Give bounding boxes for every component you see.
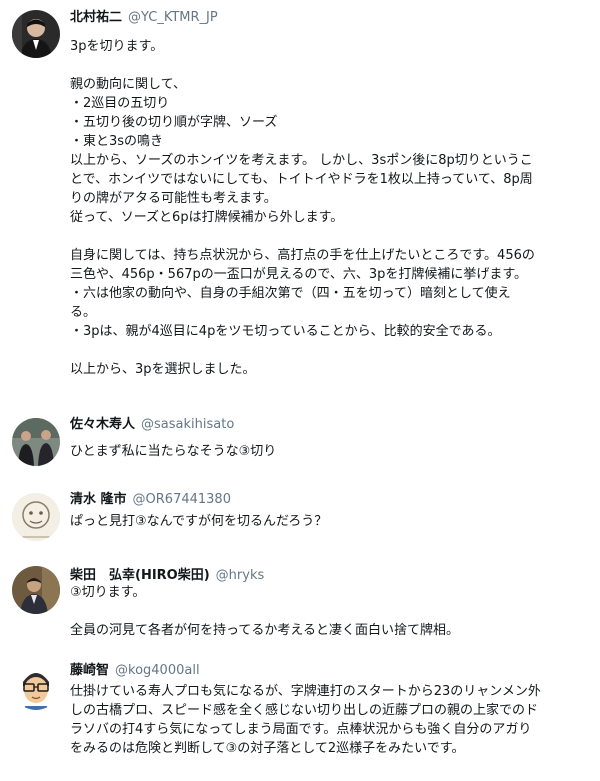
comment-line: りの牌がアタる可能性も考えます。	[70, 191, 277, 206]
avatar[interactable]	[12, 418, 60, 466]
comment-header: 佐々木寿人 @sasakihisato	[70, 415, 234, 435]
comment: 北村祐二 @YC_KTMR_JP 3pを切ります。 親の動向に関して、 ・2巡目の…	[0, 6, 600, 396]
comment-line	[70, 56, 580, 75]
comment-line: ③切ります。	[70, 585, 146, 600]
comment-line: ラソバの打4すら気になってしまう局面です。点棒状況からも強く自分のアガり	[70, 722, 532, 737]
comment-line: ・2巡目の五切り	[70, 96, 170, 111]
comment-line: 三色や、456p・567pの一盃口が見えるので、六、3pを打牌候補に挙げます。	[70, 267, 528, 282]
author-handle[interactable]: @OR67441380	[133, 492, 231, 507]
comment-line	[70, 341, 580, 360]
author-handle[interactable]: @sasakihisato	[141, 417, 234, 432]
comment-line: 3pを切ります。	[70, 39, 164, 54]
comment-line: 従って、ソーズと6pは打牌候補から外します。	[70, 210, 344, 225]
comment-line: しの古橋プロ、スピード感を全く感じない切り出しの近藤プロの親の上家でのド	[70, 703, 539, 718]
comment-header: 清水 隆市 @OR67441380	[70, 490, 231, 510]
comment-text: ぱっと見打③なんですが何を切るんだろう？	[70, 512, 580, 531]
comment-line: る。	[70, 305, 97, 320]
comment-line	[70, 227, 580, 246]
comment: 清水 隆市 @OR67441380 ぱっと見打③なんですが何を切るんだろう？	[0, 487, 600, 557]
author-name[interactable]: 清水 隆市	[70, 492, 127, 507]
comment-line: 自身に関しては、持ち点状況から、高打点の手を仕上げたいところです。456の	[70, 248, 535, 263]
comment-header: 藤崎智 @kog4000all	[70, 661, 200, 681]
comment-line: とで、ホンイツではないにしても、トイトイやドラを1枚以上持っていて、8p周	[70, 172, 533, 187]
comment-text: 仕掛けている寿人プロも気になるが、字牌連打のスタートから23のリャンメン外 しの…	[70, 682, 580, 758]
comment: 柴田 弘幸(HIRO柴田) @hryks ③切ります。 全員の河見て各者が何を持っ…	[0, 562, 600, 647]
avatar[interactable]	[12, 662, 60, 710]
avatar[interactable]	[12, 10, 60, 58]
comment-line: ぱっと見打③なんですが何を切るんだろう？	[70, 514, 328, 529]
comment-line: 仕掛けている寿人プロも気になるが、字牌連打のスタートから23のリャンメン外	[70, 684, 541, 699]
comment-line: 以上から、ソーズのホンイツを考えます。 しかし、3sポン後に8p切りというこ	[70, 153, 533, 168]
avatar[interactable]	[12, 493, 60, 541]
comment-text: 3pを切ります。 親の動向に関して、 ・2巡目の五切り ・五切り後の切り順が字牌…	[70, 37, 580, 379]
comment-text: ③切ります。 全員の河見て各者が何を持ってるか考えると凄く面白い捨て牌相。	[70, 583, 580, 640]
author-handle[interactable]: @hryks	[216, 568, 265, 583]
author-name[interactable]: 柴田 弘幸(HIRO柴田)	[70, 568, 210, 583]
comment-line: ・東と3sの鳴き	[70, 134, 164, 149]
comment-text: ひとまず私に当たらなそうな③切り	[70, 442, 580, 461]
comment-line	[70, 602, 580, 621]
author-name[interactable]: 佐々木寿人	[70, 417, 135, 432]
author-name[interactable]: 藤崎智	[70, 663, 109, 678]
author-name[interactable]: 北村祐二	[70, 10, 122, 25]
comment-line: 全員の河見て各者が何を持ってるか考えると凄く面白い捨て牌相。	[70, 623, 459, 638]
comment-line: をみるのは危険と判断して③の対子落として2巡様子をみたいです。	[70, 741, 465, 756]
comment-line: 親の動向に関して、	[70, 77, 186, 92]
comment: 藤崎智 @kog4000all 仕掛けている寿人プロも気になるが、字牌連打のスター…	[0, 658, 600, 776]
comment-line: ・六は他家の動向や、自身の手組次第で（四・五を切って）暗刻として使え	[70, 286, 511, 301]
avatar[interactable]	[12, 566, 60, 614]
author-handle[interactable]: @YC_KTMR_JP	[128, 10, 218, 25]
comment-line: ・五切り後の切り順が字牌、ソーズ	[70, 115, 278, 130]
comment-line: 以上から、3pを選択しました。	[70, 362, 256, 377]
comment-header: 北村祐二 @YC_KTMR_JP	[70, 8, 218, 28]
comment-line: ひとまず私に当たらなそうな③切り	[70, 444, 277, 459]
comment-line: ・3pは、親が4巡目に4pをツモ切っていることから、比較的安全である。	[70, 324, 501, 339]
author-handle[interactable]: @kog4000all	[115, 663, 200, 678]
comment: 佐々木寿人 @sasakihisato ひとまず私に当たらなそうな③切り	[0, 412, 600, 482]
